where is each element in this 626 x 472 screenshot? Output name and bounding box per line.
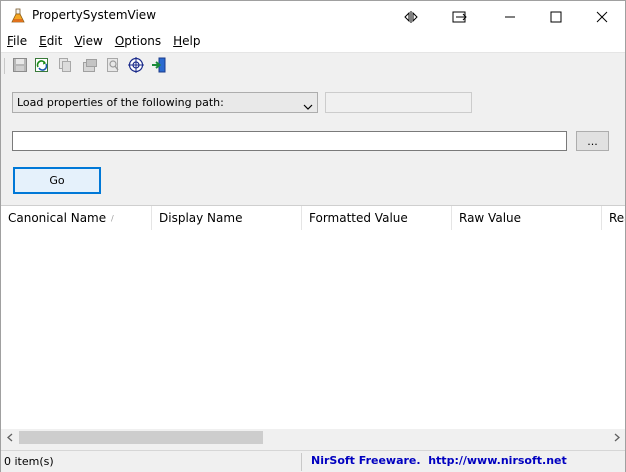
crosshair-target-icon — [128, 56, 144, 76]
load-mode-value: Load properties of the following path: — [17, 96, 224, 109]
column-canonical-name-label: Canonical Name — [8, 211, 107, 225]
window-title: PropertySystemView — [32, 8, 157, 22]
chevron-down-icon — [303, 99, 313, 113]
column-raw-value[interactable]: Raw Value — [452, 206, 602, 230]
exit-button[interactable] — [150, 57, 168, 75]
properties-icon — [82, 57, 98, 76]
window-arrow-icon — [452, 11, 468, 23]
nirsoft-link[interactable]: NirSoft Freeware. http://www.nirsoft.net — [311, 454, 567, 467]
column-display-name[interactable]: Display Name — [152, 206, 302, 230]
menu-edit-label: dit — [46, 34, 63, 48]
menu-bar: File Edit View Options Help — [1, 32, 625, 52]
scroll-left-button[interactable] — [1, 429, 18, 446]
column-formatted-value-label: Formatted Value — [309, 211, 408, 225]
scroll-thumb[interactable] — [19, 431, 263, 444]
refresh-button[interactable] — [33, 57, 51, 75]
snap-resize-button[interactable] — [388, 1, 434, 32]
path-input[interactable] — [12, 131, 567, 151]
save-icon — [12, 57, 28, 76]
close-button[interactable] — [579, 1, 625, 32]
column-raw-value-label: Raw Value — [459, 211, 522, 225]
status-divider — [301, 453, 302, 471]
resize-arrows-icon — [404, 10, 418, 23]
disabled-field — [325, 92, 472, 113]
menu-options[interactable]: Options — [109, 32, 167, 52]
target-button[interactable] — [127, 56, 145, 76]
minimize-icon — [504, 11, 516, 23]
app-window: PropertySystemView File Edit View Option… — [0, 0, 626, 472]
title-bar[interactable]: PropertySystemView — [1, 1, 625, 32]
pin-window-button[interactable] — [437, 1, 483, 32]
toolbar — [1, 52, 625, 79]
menu-file-label: ile — [13, 34, 28, 48]
copy-icon — [57, 57, 73, 76]
column-display-name-label: Display Name — [159, 211, 243, 225]
column-extra[interactable]: Rea — [602, 206, 625, 230]
find-button[interactable] — [104, 57, 122, 75]
menu-view-label: iew — [82, 34, 103, 48]
menu-view[interactable]: View — [68, 32, 108, 52]
menu-edit-accel: E — [39, 34, 47, 48]
menu-help-label: elp — [182, 34, 201, 48]
column-formatted-value[interactable]: Formatted Value — [302, 206, 452, 230]
find-icon — [105, 57, 121, 76]
item-count: 0 item(s) — [4, 455, 54, 468]
status-bar: 0 item(s) NirSoft Freeware. http://www.n… — [1, 450, 625, 472]
save-button[interactable] — [11, 57, 29, 75]
menu-edit[interactable]: Edit — [33, 32, 68, 52]
sort-indicator-icon: / — [111, 214, 114, 223]
flask-icon — [10, 8, 26, 24]
menu-help-accel: H — [173, 34, 183, 48]
horizontal-scrollbar[interactable] — [1, 429, 625, 446]
column-canonical-name[interactable]: Canonical Name / — [1, 206, 152, 230]
column-extra-label: Rea — [609, 211, 625, 225]
menu-help[interactable]: Help — [167, 32, 206, 52]
chevron-left-icon — [6, 431, 13, 445]
close-icon — [596, 11, 608, 23]
load-mode-select[interactable]: Load properties of the following path: — [12, 92, 318, 113]
menu-file[interactable]: File — [1, 32, 33, 52]
list-header: Canonical Name / Display Name Formatted … — [1, 206, 625, 230]
properties-button[interactable] — [81, 57, 99, 75]
menu-options-label: ptions — [124, 34, 162, 48]
toolbar-grip — [4, 58, 5, 74]
copy-button[interactable] — [56, 57, 74, 75]
maximize-button[interactable] — [533, 1, 579, 32]
exit-door-icon — [151, 57, 167, 76]
property-list[interactable]: Canonical Name / Display Name Formatted … — [1, 205, 625, 446]
scroll-right-button[interactable] — [608, 429, 625, 446]
menu-options-accel: O — [114, 34, 125, 48]
browse-button[interactable]: ... — [576, 131, 609, 151]
go-button[interactable]: Go — [13, 167, 101, 194]
chevron-right-icon — [614, 431, 620, 445]
refresh-icon — [34, 57, 50, 76]
maximize-icon — [550, 11, 562, 23]
minimize-button[interactable] — [487, 1, 533, 32]
